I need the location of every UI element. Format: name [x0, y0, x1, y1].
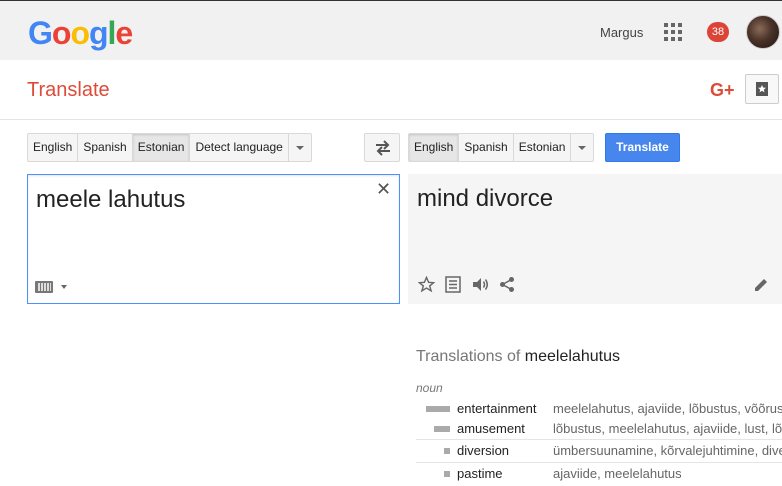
source-text[interactable]: meele lahutus	[36, 186, 185, 214]
notification-badge[interactable]: 38	[707, 22, 729, 42]
star-icon[interactable]	[418, 276, 435, 293]
share-icon[interactable]	[499, 276, 515, 293]
dictionary-word[interactable]: entertainment	[457, 401, 537, 416]
frequency-bar	[444, 448, 450, 454]
avatar[interactable]	[746, 15, 780, 49]
swap-languages-button[interactable]	[364, 133, 400, 162]
dictionary-word[interactable]: pastime	[457, 466, 503, 481]
logo-letter: l	[107, 15, 117, 51]
dictionary-row[interactable]: diversion ümbersuunamine, kõrvalejuhtimi…	[416, 439, 782, 461]
translated-text: mind divorce	[417, 185, 554, 212]
dictionary-title-prefix: Translations of	[416, 348, 525, 365]
logo-letter: g	[88, 15, 109, 51]
source-lang-estonian[interactable]: Estonian	[132, 134, 191, 161]
speaker-icon[interactable]	[471, 276, 489, 293]
chevron-down-icon[interactable]	[61, 285, 67, 289]
dictionary-synonyms[interactable]: lõbustus, meelelahutus, ajaviide, lust, …	[553, 421, 782, 436]
target-lang-english[interactable]: English	[409, 134, 460, 161]
dictionary-row[interactable]: amusement lõbustus, meelelahutus, ajavii…	[416, 418, 782, 440]
logo-letter: e	[115, 15, 133, 51]
dictionary-word[interactable]: diversion	[457, 443, 509, 458]
translate-button[interactable]: Translate	[605, 133, 680, 162]
dictionary-synonyms[interactable]: ajaviide, meelelahutus	[553, 466, 782, 481]
logo-letter: o	[70, 15, 90, 51]
pencil-icon[interactable]	[753, 276, 769, 293]
phrasebook-button[interactable]	[745, 74, 779, 104]
source-textarea[interactable]: meele lahutus ✕	[27, 174, 400, 304]
gplus-share-button[interactable]: G+	[710, 80, 735, 101]
dictionary-synonyms[interactable]: ümbersuunamine, kõrvalejuhtimine, divers…	[553, 443, 782, 458]
sub-header: Translate G+	[0, 60, 782, 120]
source-lang-detect[interactable]: Detect language	[190, 134, 289, 161]
result-panel: mind divorce	[408, 174, 782, 304]
swap-icon	[376, 140, 390, 156]
target-lang-dropdown[interactable]	[571, 134, 593, 161]
target-language-bar: English Spanish Estonian	[408, 133, 595, 162]
user-name-link[interactable]: Margus	[600, 25, 643, 40]
source-lang-spanish[interactable]: Spanish	[78, 134, 133, 161]
source-lang-english[interactable]: English	[28, 134, 79, 161]
keyboard-icon[interactable]	[35, 281, 53, 293]
source-lang-dropdown[interactable]	[289, 134, 311, 161]
frequency-bar	[434, 426, 450, 432]
apps-grid-icon[interactable]	[664, 23, 682, 41]
source-language-bar: English Spanish Estonian Detect language	[27, 133, 312, 162]
part-of-speech: noun	[416, 381, 443, 395]
target-lang-spanish[interactable]: Spanish	[459, 134, 514, 161]
logo-letter: o	[51, 15, 72, 51]
frequency-bar	[426, 406, 450, 412]
dictionary-row[interactable]: entertainment meelelahutus, ajaviide, lõ…	[416, 398, 782, 420]
frequency-bar	[444, 471, 450, 477]
target-lang-estonian[interactable]: Estonian	[514, 134, 572, 161]
google-logo[interactable]: Google	[28, 15, 133, 52]
page-title[interactable]: Translate	[27, 79, 110, 102]
list-icon[interactable]	[445, 276, 461, 293]
dictionary-title-word: meelelahutus	[524, 348, 620, 365]
dictionary-synonyms[interactable]: meelelahutus, ajaviide, lõbustus, võõrus…	[553, 401, 782, 416]
dictionary-title: Translations of meelelahutus	[416, 348, 620, 366]
clear-icon[interactable]: ✕	[376, 179, 391, 200]
dictionary-word[interactable]: amusement	[457, 421, 525, 436]
logo-letter: G	[28, 15, 53, 51]
dictionary-row[interactable]: pastime ajaviide, meelelahutus	[416, 462, 782, 484]
phrasebook-icon	[756, 82, 768, 96]
top-bar: Google Margus 38	[0, 0, 782, 60]
